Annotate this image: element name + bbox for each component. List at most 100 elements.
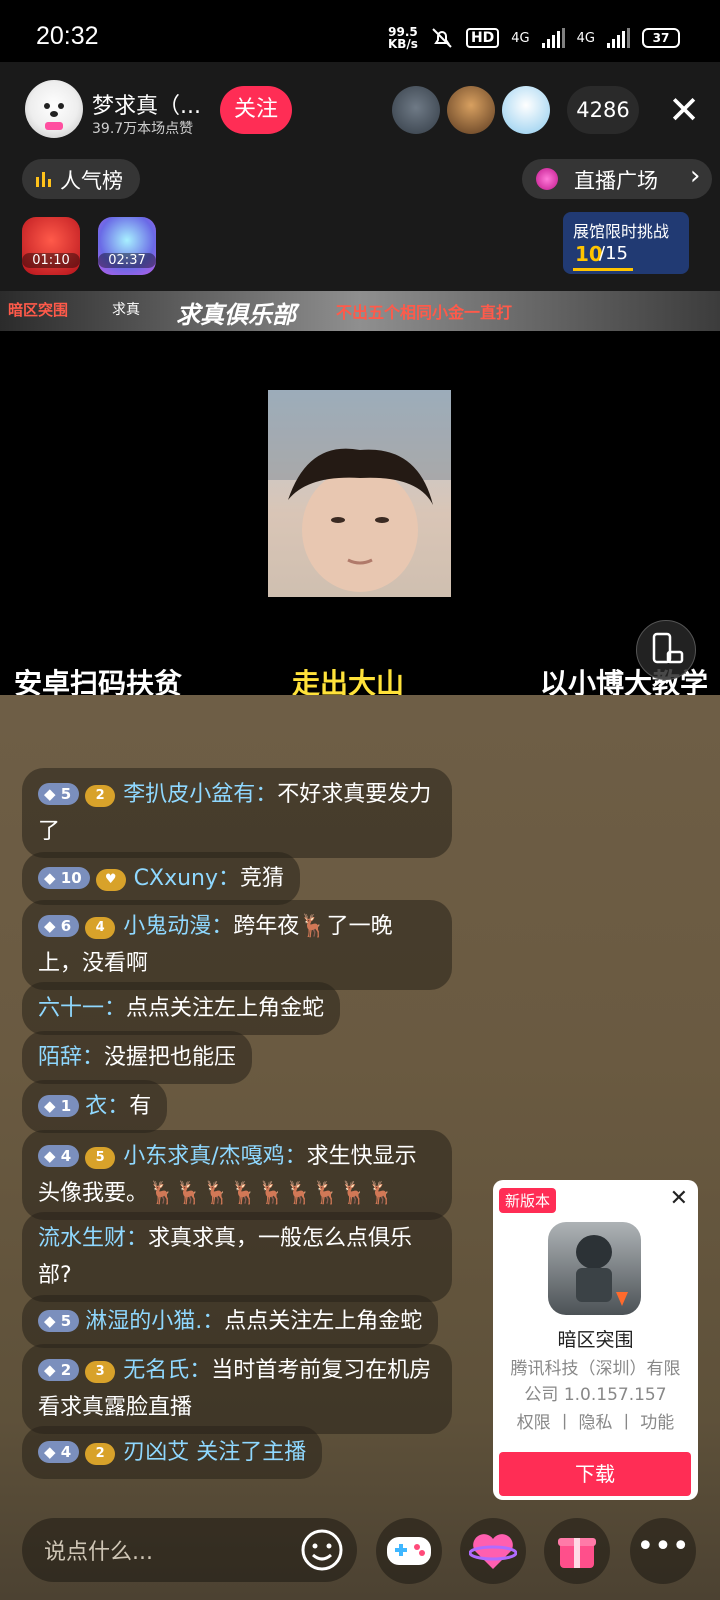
chat-message[interactable]: ◆ 6 4 小鬼动漫：跨年夜🦌了一晚上，没看啊	[22, 900, 452, 990]
level-number: 10	[60, 869, 82, 887]
game-button[interactable]	[376, 1518, 442, 1584]
video-feed[interactable]	[268, 390, 451, 597]
user-level-badge: ◆ 5	[38, 783, 80, 805]
game-app-icon[interactable]	[548, 1222, 641, 1315]
soldier-icon	[576, 1235, 628, 1306]
user-level-badge: ◆ 2	[38, 1359, 80, 1381]
fan-badge: 4	[85, 917, 116, 939]
fan-badge: 2	[85, 1443, 116, 1465]
more-icon: •••	[636, 1529, 690, 1564]
chat-message[interactable]: ◆ 1 衣：有	[22, 1080, 168, 1133]
chat-username[interactable]: 无名氏：	[123, 1358, 211, 1383]
viewer-avatar-1[interactable]	[392, 86, 440, 134]
fan-heart-badge: ♥	[95, 869, 126, 891]
game-ad-card[interactable]: 新版本 ✕ 暗区突围 腾讯科技（深圳）有限公司 1.0.157.157 权限 丨…	[493, 1180, 698, 1500]
dog-avatar-icon	[44, 103, 64, 130]
streamer-face-image	[268, 390, 451, 592]
host-name[interactable]: 梦求真（...	[92, 88, 201, 120]
chat-message[interactable]: ◆ 4 5 小东求真/杰嘎鸡：求生快显示头像我要。🦌🦌🦌🦌🦌🦌🦌🦌🦌	[22, 1130, 452, 1220]
comment-input[interactable]: 说点什么...	[22, 1518, 357, 1582]
download-button[interactable]: 下载	[499, 1452, 691, 1496]
ad-info-links[interactable]: 权限 丨 隐私 丨 功能	[493, 1408, 698, 1433]
chat-username[interactable]: 小鬼动漫：	[123, 914, 233, 939]
plaza-label: 直播广场	[574, 169, 658, 193]
signal-icon	[541, 28, 565, 48]
gamepad-icon	[387, 1537, 431, 1565]
plaza-icon	[536, 168, 558, 190]
hd-icon: HD	[465, 28, 500, 48]
viewer-avatar-3[interactable]	[502, 86, 550, 134]
viewer-count[interactable]: 4286	[567, 86, 639, 134]
viewer-avatar-2[interactable]	[447, 86, 495, 134]
chat-text: 竞猜	[240, 866, 285, 891]
chat-username[interactable]: 小东求真/杰嘎鸡：	[123, 1144, 306, 1169]
rank-label: 人气榜	[60, 169, 123, 193]
bar-chart-icon	[36, 172, 51, 187]
signal-icon-2	[607, 28, 630, 48]
network-speed: 99.5 KB/s	[388, 26, 418, 50]
chat-message[interactable]: ◆ 5 2 李扒皮小盆有：不好求真要发力了	[22, 768, 452, 858]
user-level-badge: ◆ 4	[38, 1145, 80, 1167]
user-level-badge: ◆ 1	[38, 1095, 80, 1117]
sim1-label: 4G	[511, 30, 530, 46]
level-number: 2	[60, 1361, 72, 1379]
follow-button[interactable]: 关注	[220, 86, 292, 134]
chat-username[interactable]: 六十一：	[38, 996, 126, 1021]
more-button[interactable]: •••	[630, 1518, 696, 1584]
challenge-progress	[573, 268, 633, 271]
chat-text: 有	[129, 1094, 152, 1119]
level-number: 5	[60, 785, 72, 803]
emoji-icon[interactable]	[300, 1528, 344, 1572]
gift-timer: 01:10	[22, 253, 80, 268]
red-envelope-gift[interactable]: 01:10	[22, 217, 80, 275]
chat-username[interactable]: 李扒皮小盆有：	[123, 782, 277, 807]
chat-message[interactable]: ◆ 2 3 无名氏：当时首考前复习在机房看求真露脸直播	[22, 1344, 452, 1434]
status-icons: 99.5 KB/s HD 4G 4G 37	[388, 26, 680, 50]
chat-text: 点点关注左上角金蛇	[126, 996, 325, 1021]
banner-slogan: 不出五个相同小金一直打	[336, 303, 513, 322]
chat-username[interactable]: CXxuny：	[134, 866, 240, 891]
challenge-title: 展馆限时挑战	[573, 222, 670, 241]
host-avatar[interactable]	[25, 80, 83, 138]
crystal-gift[interactable]: 02:37	[98, 217, 156, 275]
close-icon[interactable]: ✕	[664, 90, 704, 130]
network-speed-unit: KB/s	[387, 37, 418, 51]
chat-username[interactable]: 淋湿的小猫.：	[85, 1309, 224, 1334]
user-level-badge: ◆ 6	[38, 915, 80, 937]
fan-badge: 5	[85, 1147, 116, 1169]
chat-message[interactable]: 流水生财：求真求真，一般怎么点俱乐部?	[22, 1212, 452, 1302]
user-level-badge: ◆ 10	[38, 867, 90, 889]
banner-title: 求真俱乐部	[176, 301, 296, 329]
chat-username[interactable]: 刃凶艾 关注了主播	[123, 1440, 306, 1465]
status-bar: 20:32 99.5 KB/s HD 4G 4G 37	[0, 0, 720, 62]
chat-username[interactable]: 流水生财：	[38, 1226, 148, 1251]
close-icon[interactable]: ✕	[670, 1186, 688, 1211]
new-version-badge: 新版本	[499, 1188, 557, 1213]
fan-badge: 3	[85, 1361, 116, 1383]
rotate-phone-icon	[652, 632, 684, 664]
level-number: 1	[60, 1097, 72, 1115]
popularity-rank-button[interactable]: 人气榜	[22, 159, 140, 199]
chevron-right-icon: ›	[690, 161, 701, 191]
level-number: 4	[60, 1147, 72, 1165]
chat-message[interactable]: ◆ 5 淋湿的小猫.：点点关注左上角金蛇	[22, 1295, 439, 1348]
rotate-screen-button[interactable]	[636, 620, 696, 680]
chat-message[interactable]: 陌辞：没握把也能压	[22, 1031, 253, 1084]
chat-message[interactable]: ◆ 10 ♥ CXxuny：竞猜	[22, 852, 301, 905]
gift-button[interactable]	[544, 1518, 610, 1584]
challenge-card[interactable]: 展馆限时挑战 10 /15	[563, 212, 689, 274]
live-plaza-button[interactable]: 直播广场 ›	[522, 159, 712, 199]
chat-text: 点点关注左上角金蛇	[224, 1309, 423, 1334]
chat-username[interactable]: 衣：	[85, 1094, 129, 1119]
club-banner: 暗区突围 求真 求真俱乐部 不出五个相同小金一直打	[0, 291, 720, 331]
heart-planet-icon	[469, 1534, 517, 1569]
gift-box-icon	[558, 1538, 596, 1568]
fan-club-button[interactable]	[460, 1518, 526, 1584]
chat-username[interactable]: 陌辞：	[38, 1045, 104, 1070]
level-number: 6	[60, 917, 72, 935]
comment-placeholder: 说点什么...	[44, 1540, 153, 1565]
host-likes: 39.7万本场点赞	[92, 121, 194, 137]
chat-message[interactable]: 六十一：点点关注左上角金蛇	[22, 982, 341, 1035]
chat-message[interactable]: ◆ 4 2 刃凶艾 关注了主播	[22, 1426, 323, 1479]
developer-info: 腾讯科技（深圳）有限公司 1.0.157.157	[510, 1359, 681, 1405]
